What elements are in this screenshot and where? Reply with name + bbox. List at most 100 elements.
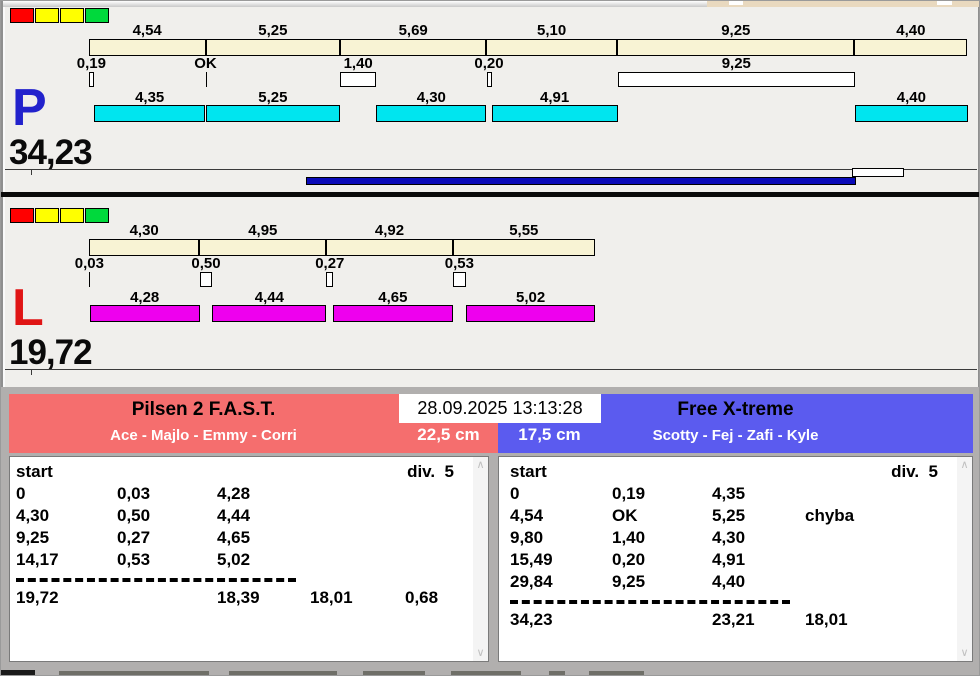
status-light	[10, 208, 34, 223]
dog-run-time-label: 4,65	[378, 289, 408, 306]
table-cell: 0,50	[117, 506, 151, 525]
lap-segment-label: 5,10	[536, 22, 567, 39]
left-table-scrollbar[interactable]: ∧ ∨	[473, 457, 488, 661]
totals-row: 19,72 18,39 18,01 0,68	[16, 587, 488, 609]
dog-run-bar	[855, 105, 968, 122]
exchange-time-box	[617, 72, 855, 87]
table-cell: 9,25	[612, 572, 646, 591]
totals-separator	[510, 600, 790, 604]
status-artifact	[59, 671, 209, 675]
status-artifact	[549, 671, 565, 675]
results-table-right: start div. 5 0 0,19 4,35 4,54 OK 5,25 chyba 9,80 1…	[498, 456, 973, 662]
totals-cell: 18,01	[310, 588, 353, 607]
table-cell	[310, 527, 405, 549]
totals-row: 34,23 23,21 18,01	[510, 609, 972, 631]
table-cell: 4,91	[712, 550, 746, 569]
exchange-tick	[89, 272, 90, 287]
totals-cell: 18,39	[217, 588, 260, 607]
baseline-tick	[31, 170, 32, 175]
status-artifact	[589, 671, 644, 675]
exchange-time-box	[340, 72, 377, 87]
scroll-up-button[interactable]: ∧	[957, 457, 972, 473]
table-header-row: start div. 5	[510, 461, 972, 483]
exchange-time-label: 0,03	[74, 255, 104, 272]
scroll-down-button[interactable]: ∨	[957, 645, 972, 661]
dog-run-time-label: 4,30	[416, 89, 446, 106]
exchange-time-box	[199, 272, 213, 287]
table-cell: 0,03	[117, 484, 151, 503]
dog-run-bar	[491, 105, 618, 122]
scroll-up-button[interactable]: ∧	[473, 457, 488, 473]
table-cell: 5,02	[217, 550, 251, 569]
table-cell: 0,27	[117, 528, 151, 547]
exchange-time-label: 0,53	[444, 255, 474, 272]
dog-run-time-label: 5,02	[515, 289, 546, 306]
table-cell: 9,80	[510, 528, 544, 547]
dog-run-bar	[93, 105, 206, 122]
lap-segment-label: 9,25	[721, 22, 751, 39]
exchange-time-box	[326, 272, 334, 287]
totals-cell	[117, 587, 217, 609]
status-light	[85, 8, 109, 23]
exchange-time-box	[486, 72, 492, 87]
exchange-time-label: 9,25	[721, 55, 751, 72]
table-cell: 0	[510, 484, 520, 503]
status-light	[35, 8, 59, 23]
lane-p-baseline	[5, 169, 977, 170]
table-row: 4,54 OK 5,25 chyba	[510, 505, 972, 527]
jump-height-left: 22,5 cm	[399, 423, 498, 446]
lap-segment-label: 4,95	[248, 222, 278, 239]
lap-segment-label: 4,92	[374, 222, 405, 239]
dog-run-time-label: 4,35	[135, 89, 165, 106]
run-timestamp: 28.09.2025 13:13:28	[399, 394, 601, 423]
totals-cell	[612, 609, 712, 631]
results-table-left: start div. 5 0 0,03 4,28 4,30 0,50 4,44 9,25 0,27…	[9, 456, 489, 662]
table-row: 4,30 0,50 4,44	[16, 505, 488, 527]
table-cell: 5,25	[712, 506, 746, 525]
table-cell: 4,30	[712, 528, 746, 547]
timing-app-window: P 34,23 L 19,72 Pilsen 2 F.A.S.T. Ace - …	[0, 0, 980, 676]
elapsed-marker-box	[852, 168, 904, 177]
dog-run-bar	[466, 305, 595, 322]
table-cell: 14,17	[16, 550, 59, 569]
lap-segment-divider	[616, 40, 619, 55]
dog-run-time-label: 4,28	[130, 289, 160, 306]
right-table-scrollbar[interactable]: ∧ ∨	[957, 457, 972, 661]
lap-time-bar	[89, 39, 968, 56]
lap-segment-label: 4,30	[129, 222, 159, 239]
dog-run-bar	[212, 305, 327, 322]
table-row: 0 0,03 4,28	[16, 483, 488, 505]
lane-l-total-time: 19,72	[9, 333, 93, 372]
status-artifact	[229, 671, 337, 675]
table-cell: 0	[16, 484, 26, 503]
lane-p-total-time: 34,23	[9, 133, 93, 172]
status-artifact	[451, 671, 521, 675]
status-light	[85, 208, 109, 223]
table-cell	[310, 549, 405, 571]
table-row: 9,25 0,27 4,65	[16, 527, 488, 549]
division-label: div. 5	[407, 462, 454, 481]
table-cell: 4,65	[217, 528, 251, 547]
table-cell: 4,40	[712, 572, 746, 591]
dog-run-time-label: 4,40	[896, 89, 926, 106]
totals-cell: 34,23	[510, 610, 553, 629]
lap-segment-label: 4,54	[132, 22, 162, 39]
division-label: div. 5	[891, 462, 938, 481]
exchange-time-label: 0,19	[76, 55, 106, 72]
dog-run-bar	[376, 105, 487, 122]
lap-segment-label: 5,69	[398, 22, 428, 39]
exchange-tick	[205, 72, 207, 87]
dog-run-bar	[89, 305, 200, 322]
lap-segment-divider	[198, 240, 201, 255]
window-edge-notch	[937, 1, 952, 5]
table-row: 9,80 1,40 4,30	[510, 527, 972, 549]
status-light	[10, 8, 34, 23]
lap-time-bar	[89, 239, 595, 256]
exchange-time-label: 1,40	[343, 55, 373, 72]
window-edge-notch	[729, 1, 743, 5]
exchange-time-label: OK	[194, 55, 217, 72]
scroll-down-button[interactable]: ∨	[473, 645, 488, 661]
exchange-time-label: 0,20	[474, 55, 504, 72]
table-cell: 29,84	[510, 572, 553, 591]
table-cell	[805, 527, 895, 549]
